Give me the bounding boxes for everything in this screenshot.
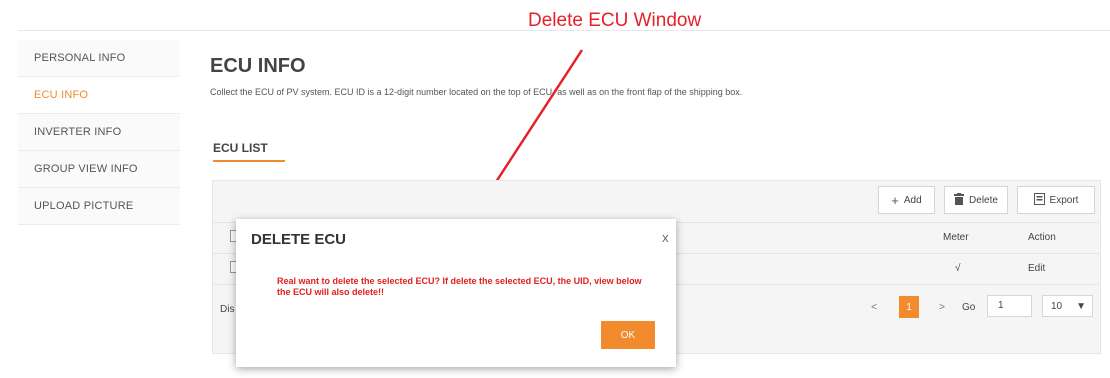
display-count-text: Dis — [220, 304, 235, 315]
column-header-meter: Meter — [943, 232, 969, 243]
page-1-button[interactable]: 1 — [899, 296, 919, 318]
page-size-select[interactable]: 10 ▼ — [1042, 295, 1093, 317]
add-button[interactable]: + Add — [878, 186, 935, 214]
delete-button-label: Delete — [969, 194, 998, 206]
sidebar-item-ecu-info[interactable]: ECU INFO — [18, 77, 180, 114]
chevron-right-icon: > — [939, 301, 945, 313]
plus-icon: + — [891, 192, 899, 208]
page-size-value: 10 — [1051, 300, 1063, 312]
sidebar-item-group-view-info[interactable]: GROUP VIEW INFO — [18, 151, 180, 188]
add-button-label: Add — [903, 194, 922, 206]
export-button-label: Export — [1049, 194, 1079, 206]
modal-warning-message: Real want to delete the selected ECU? If… — [277, 276, 642, 297]
page-description: Collect the ECU of PV system. ECU ID is … — [210, 87, 743, 97]
tab-active-indicator — [213, 160, 285, 162]
chevron-left-icon: < — [871, 301, 877, 313]
sidebar-item-upload-picture[interactable]: UPLOAD PICTURE — [18, 188, 180, 225]
sidebar: PERSONAL INFO ECU INFO INVERTER INFO GRO… — [18, 40, 180, 225]
prev-page-button[interactable]: < — [865, 296, 883, 318]
column-header-action: Action — [1028, 232, 1056, 243]
modal-title: DELETE ECU — [251, 231, 347, 248]
sidebar-item-personal-info[interactable]: PERSONAL INFO — [18, 40, 180, 77]
export-icon — [1033, 192, 1045, 208]
delete-ecu-modal: DELETE ECU X Real want to delete the sel… — [236, 219, 676, 367]
edit-link[interactable]: Edit — [1028, 263, 1045, 274]
trash-icon — [954, 192, 965, 208]
export-button[interactable]: Export — [1017, 186, 1095, 214]
go-label: Go — [962, 302, 976, 313]
caret-down-icon: ▼ — [1076, 300, 1086, 312]
tab-ecu-list[interactable]: ECU LIST — [213, 141, 268, 155]
sidebar-item-inverter-info[interactable]: INVERTER INFO — [18, 114, 180, 151]
meter-cell: √ — [955, 263, 961, 274]
next-page-button[interactable]: > — [933, 296, 951, 318]
page-title: ECU INFO — [210, 55, 306, 77]
delete-button[interactable]: Delete — [944, 186, 1008, 214]
close-icon[interactable]: X — [662, 234, 669, 245]
ok-button[interactable]: OK — [601, 321, 655, 349]
go-page-input[interactable]: 1 — [987, 295, 1032, 317]
